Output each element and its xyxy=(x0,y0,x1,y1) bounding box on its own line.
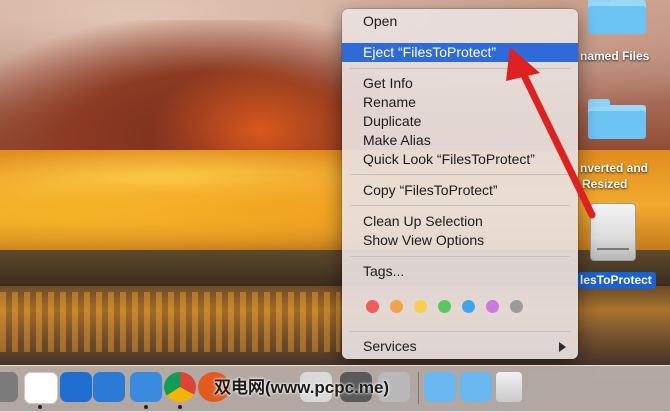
menu-item-open[interactable]: Open xyxy=(342,12,578,31)
drive-label[interactable]: lesToProtect xyxy=(578,272,656,289)
desktop-item-label: nverted and xyxy=(580,161,649,175)
snagit-icon[interactable] xyxy=(130,372,162,402)
menu-separator xyxy=(350,256,570,257)
external-drive-icon[interactable] xyxy=(590,203,636,261)
desktop-item-label-line2: Resized xyxy=(582,177,628,191)
submenu-arrow-icon xyxy=(559,342,566,352)
tag-red[interactable] xyxy=(366,300,379,313)
slack-icon[interactable] xyxy=(24,372,58,404)
menu-item-show-view-options[interactable]: Show View Options xyxy=(342,231,578,250)
menu-item-duplicate[interactable]: Duplicate xyxy=(342,112,578,131)
menu-item-tags[interactable]: Tags... xyxy=(342,262,578,281)
tag-blue[interactable] xyxy=(462,300,475,313)
menu-item-clean-up-selection[interactable]: Clean Up Selection xyxy=(342,212,578,231)
tag-orange[interactable] xyxy=(390,300,403,313)
menu-item-get-info[interactable]: Get Info xyxy=(342,74,578,93)
dock-divider xyxy=(418,372,419,404)
tag-purple[interactable] xyxy=(486,300,499,313)
menu-separator xyxy=(350,174,570,175)
services-label: Services xyxy=(363,338,417,354)
lake-reflection xyxy=(0,292,340,352)
context-menu: Open Eject “FilesToProtect” Get Info Ren… xyxy=(342,9,578,359)
menu-separator xyxy=(350,331,570,332)
menu-item-make-alias[interactable]: Make Alias xyxy=(342,131,578,150)
folder-icon xyxy=(588,99,646,139)
remote-desktop-icon[interactable] xyxy=(93,372,125,402)
trello-icon[interactable] xyxy=(60,372,92,402)
system-preferences-icon[interactable] xyxy=(0,372,18,402)
applications-folder-icon[interactable] xyxy=(424,372,456,402)
folder-icon xyxy=(588,0,646,34)
trash-icon[interactable] xyxy=(496,372,522,402)
downloads-folder-icon[interactable] xyxy=(460,372,492,402)
menu-item-rename[interactable]: Rename xyxy=(342,93,578,112)
desktop-item-label: named Files xyxy=(580,49,650,63)
menu-separator xyxy=(350,68,570,69)
menu-item-services[interactable]: Services xyxy=(342,337,578,356)
tag-yellow[interactable] xyxy=(414,300,427,313)
menu-separator xyxy=(350,205,570,206)
running-indicator xyxy=(144,405,148,409)
menu-item-eject[interactable]: Eject “FilesToProtect” xyxy=(342,43,578,62)
tag-green[interactable] xyxy=(438,300,451,313)
watermark: 双电网(www.pcpc.me) xyxy=(214,378,390,397)
running-indicator xyxy=(178,405,182,409)
running-indicator xyxy=(38,405,42,409)
menu-item-quick-look[interactable]: Quick Look “FilesToProtect” xyxy=(342,150,578,169)
menu-item-copy[interactable]: Copy “FilesToProtect” xyxy=(342,181,578,200)
chrome-icon[interactable] xyxy=(164,372,196,402)
tag-gray[interactable] xyxy=(510,300,523,313)
